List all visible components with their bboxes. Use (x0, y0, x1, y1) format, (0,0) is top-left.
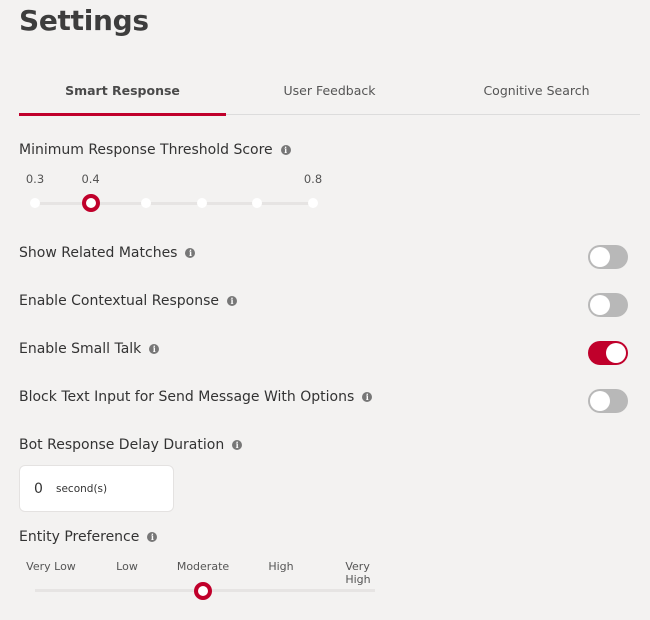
threshold-slider-handle[interactable] (81, 194, 100, 212)
tab-cognitive-search[interactable]: Cognitive Search (433, 76, 640, 114)
toggle-knob (590, 391, 610, 411)
entity-option-very-high[interactable]: Very High (345, 560, 370, 586)
delay-unit: second(s) (56, 482, 108, 495)
info-icon[interactable]: i (232, 440, 243, 450)
toggle-knob (590, 295, 610, 315)
toggle-knob (590, 247, 610, 267)
show-related-matches-row: Show Related Matches i (19, 245, 196, 261)
block-text-input-label: Block Text Input for Send Message With O… (19, 389, 355, 405)
info-icon[interactable]: i (227, 296, 238, 306)
threshold-tick-max: 0.8 (303, 172, 323, 186)
enable-contextual-response-row: Enable Contextual Response i (19, 293, 238, 309)
enable-contextual-response-toggle[interactable] (588, 293, 628, 317)
threshold-tick-selected: 0.4 (81, 172, 100, 186)
tab-smart-response[interactable]: Smart Response (19, 76, 226, 116)
enable-small-talk-toggle[interactable] (588, 341, 628, 365)
entity-option-moderate[interactable]: Moderate (177, 560, 229, 573)
entity-slider[interactable]: Very Low Low Moderate High Very High (26, 558, 375, 603)
threshold-slider[interactable]: 0.3 0.4 0.8 (26, 170, 322, 212)
enable-small-talk-row: Enable Small Talk i (19, 341, 160, 357)
delay-label: Bot Response Delay Duration (19, 437, 225, 453)
threshold-step[interactable] (252, 198, 263, 208)
threshold-tick-min: 0.3 (25, 172, 45, 186)
threshold-track[interactable] (35, 202, 315, 205)
enable-small-talk-label: Enable Small Talk (19, 341, 142, 357)
block-text-input-row: Block Text Input for Send Message With O… (19, 389, 373, 405)
delay-label-row: Bot Response Delay Duration i (19, 437, 243, 453)
delay-input[interactable]: 0 second(s) (19, 465, 174, 512)
entity-label: Entity Preference (19, 529, 140, 545)
info-icon[interactable]: i (362, 392, 373, 402)
block-text-input-toggle[interactable] (588, 389, 628, 413)
tab-bar: Smart Response User Feedback Cognitive S… (19, 76, 640, 116)
show-related-matches-toggle[interactable] (588, 245, 628, 269)
page-title: Settings (19, 4, 149, 37)
threshold-step[interactable] (141, 198, 152, 208)
info-icon[interactable]: i (147, 532, 158, 542)
threshold-step[interactable] (308, 198, 318, 208)
entity-option-high[interactable]: High (268, 560, 293, 573)
tab-user-feedback[interactable]: User Feedback (226, 76, 433, 114)
entity-label-row: Entity Preference i (19, 529, 158, 545)
show-related-matches-label: Show Related Matches (19, 245, 178, 261)
delay-value[interactable]: 0 (34, 481, 56, 497)
info-icon[interactable]: i (280, 145, 291, 155)
entity-slider-handle[interactable] (194, 582, 212, 600)
info-icon[interactable]: i (149, 344, 160, 354)
threshold-label-row: Minimum Response Threshold Score i (19, 142, 291, 158)
enable-contextual-response-label: Enable Contextual Response (19, 293, 220, 309)
threshold-step[interactable] (196, 198, 207, 208)
entity-option-very-low[interactable]: Very Low (26, 560, 76, 573)
entity-option-low[interactable]: Low (116, 560, 138, 573)
threshold-step[interactable] (30, 198, 40, 208)
threshold-label: Minimum Response Threshold Score (19, 142, 273, 158)
toggle-knob (606, 343, 626, 363)
info-icon[interactable]: i (185, 248, 196, 258)
